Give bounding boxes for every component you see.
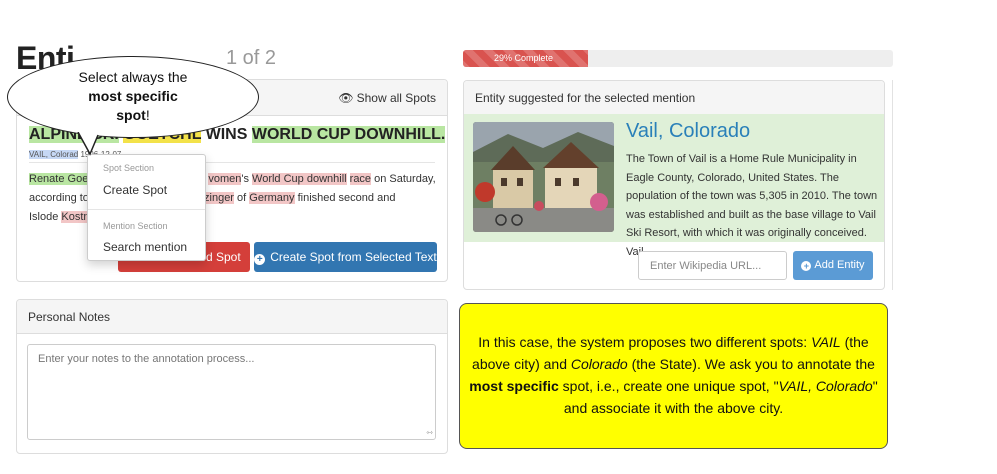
mention-section-header: Mention Section (103, 221, 168, 231)
page-subtitle: 1 of 2 (226, 47, 277, 69)
callout-tail (77, 132, 99, 156)
body-text: of (233, 192, 250, 204)
callout-bubble: Select always the most specific spot! (7, 56, 259, 138)
note-vail-colorado: VAIL, Colorado (778, 378, 873, 394)
notes-textarea[interactable]: Enter your notes to the annotation proce… (27, 344, 436, 440)
callout-line-1: Select always the (78, 69, 188, 85)
create-spot-menu-item[interactable]: Create Spot (103, 183, 167, 197)
create-spot-from-text-label: Create Spot from Selected Text (270, 250, 437, 264)
note-text: spot, i.e., create one unique spot, " (558, 378, 779, 394)
search-mention-menu-item[interactable]: Search mention (103, 240, 187, 254)
menu-divider (88, 209, 205, 210)
note-vail: VAIL (811, 334, 841, 350)
spot-race[interactable]: race (349, 173, 372, 185)
callout-line-2: most specific (88, 88, 178, 104)
spot-kostner[interactable]: Kostn (61, 211, 90, 223)
add-entity-label: Add Entity (814, 259, 865, 271)
plus-circle-icon: + (801, 261, 812, 271)
note-most-specific: most specific (469, 378, 559, 394)
explanation-note: In this case, the system proposes two di… (459, 303, 888, 449)
create-spot-from-text-button[interactable]: + Create Spot from Selected Text (254, 242, 437, 272)
spot-women[interactable]: vomen (208, 173, 242, 185)
entity-photo (473, 122, 614, 232)
personal-notes-title: Personal Notes (17, 300, 447, 334)
show-all-spots-link[interactable]: 👁 Show all Spots (338, 91, 436, 105)
entity-description: The Town of Vail is a Home Rule Municipa… (626, 153, 878, 258)
progress-bar-fill: 29% Complete (463, 50, 588, 67)
show-all-spots-label: Show all Spots (356, 91, 436, 105)
spot-germany[interactable]: Germany (249, 192, 295, 204)
body-text: finished second and (294, 192, 396, 204)
body-text: according to (29, 192, 89, 204)
wikipedia-url-input[interactable]: Enter Wikipedia URL... (638, 251, 787, 280)
body-text: Islode (29, 211, 62, 223)
progress-bar: 29% Complete (463, 50, 893, 67)
spot-context-menu: Spot Section Create Spot Mention Section… (87, 154, 206, 261)
resize-grip-icon[interactable]: ⇿ (426, 428, 433, 437)
spot-section-header: Spot Section (103, 163, 155, 173)
eye-icon: 👁 (338, 91, 354, 105)
notes-placeholder: Enter your notes to the annotation proce… (38, 353, 255, 365)
note-text: In this case, the system proposes two di… (478, 334, 812, 350)
entity-panel-title: Entity suggested for the selected mentio… (464, 81, 884, 115)
spot-renate-goetschl[interactable]: Renate Goe (29, 173, 89, 185)
panel-edge (887, 80, 893, 290)
add-entity-button[interactable]: + Add Entity (793, 251, 873, 280)
wikipedia-url-placeholder: Enter Wikipedia URL... (650, 260, 762, 272)
spot-world-cup-downhill-body[interactable]: World Cup downhill (252, 173, 347, 185)
plus-circle-icon: + (254, 254, 266, 265)
note-text: (the State). We ask you to annotate the (627, 356, 875, 372)
callout-spot: spot (116, 107, 146, 123)
body-text: on Saturday, (371, 173, 436, 185)
callout-line-3: spot! (8, 106, 258, 125)
spot-world-cup-downhill[interactable]: WORLD CUP DOWNHILL. (251, 126, 446, 143)
body-text: 's (241, 173, 253, 185)
entity-name-link[interactable]: Vail, Colorado (626, 120, 750, 143)
mention-vail-colorado[interactable]: VAIL, Colorad (29, 150, 79, 159)
note-colorado: Colorado (570, 356, 628, 372)
callout-exclaim: ! (145, 107, 150, 123)
